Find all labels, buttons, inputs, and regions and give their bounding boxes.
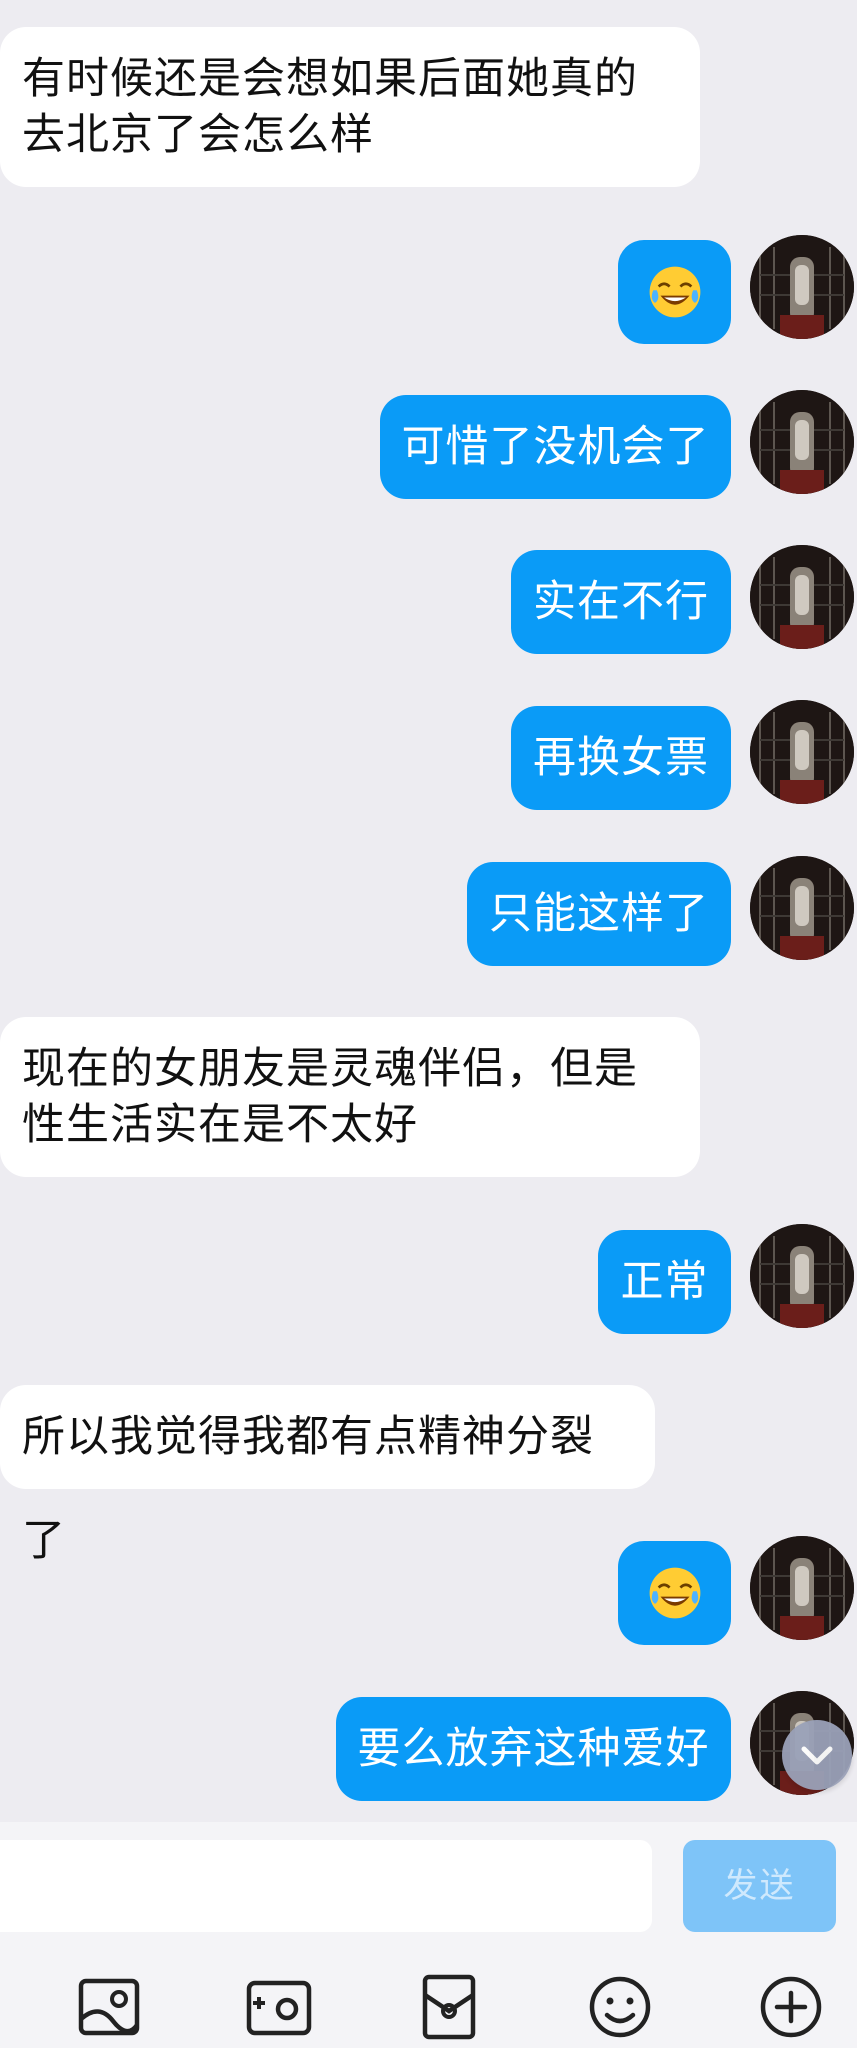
avatar-image — [750, 545, 854, 649]
plus-icon[interactable] — [751, 1967, 831, 2047]
user-avatar[interactable] — [750, 1224, 854, 1328]
red-packet-icon[interactable] — [409, 1967, 489, 2047]
message-text: 正常 — [620, 1257, 709, 1307]
incoming-message-bubble[interactable]: 所以我觉得我都有点精神分裂了 — [0, 1385, 655, 1566]
message-text: 有时候还是会想如果后面她真的去北京了会怎么样 — [22, 54, 638, 160]
outgoing-message-bubble[interactable]: 实在不行 — [511, 550, 731, 654]
message-text: 现在的女朋友是灵魂伴侣，但是性生活实在是不太好 — [22, 1044, 638, 1150]
message-text: 只能这样了 — [489, 889, 709, 939]
user-avatar[interactable] — [750, 390, 854, 494]
avatar-image — [750, 1224, 854, 1328]
outgoing-message-bubble[interactable] — [618, 1541, 731, 1645]
incoming-message-bubble[interactable]: 有时候还是会想如果后面她真的去北京了会怎么样 — [0, 27, 700, 187]
outgoing-message-bubble[interactable]: 再换女票 — [511, 706, 731, 810]
outgoing-message-bubble[interactable]: 可惜了没机会了 — [380, 395, 731, 499]
incoming-message-bubble[interactable]: 现在的女朋友是灵魂伴侣，但是性生活实在是不太好 — [0, 1017, 700, 1177]
avatar-image — [750, 1536, 854, 1640]
user-avatar[interactable] — [750, 1536, 854, 1640]
user-avatar[interactable] — [750, 545, 854, 649]
chevron-down-icon — [801, 1746, 833, 1765]
avatar-image — [750, 390, 854, 494]
image-icon[interactable] — [69, 1967, 149, 2047]
tears-of-joy-emoji-icon — [649, 266, 700, 318]
user-avatar[interactable] — [750, 235, 854, 339]
outgoing-message-bubble[interactable]: 要么放弃这种爱好 — [336, 1697, 731, 1801]
outgoing-message-bubble[interactable]: 正常 — [598, 1230, 731, 1334]
outgoing-message-bubble[interactable]: 只能这样了 — [467, 862, 731, 966]
avatar-image — [750, 700, 854, 804]
composer-bar: 发送 — [0, 1822, 857, 2048]
scroll-to-bottom-button[interactable] — [782, 1720, 852, 1790]
send-button[interactable]: 发送 — [683, 1840, 836, 1932]
emoji-icon[interactable] — [580, 1967, 660, 2047]
user-avatar[interactable] — [750, 856, 854, 960]
message-text: 再换女票 — [533, 733, 709, 783]
camera-icon[interactable] — [239, 1967, 319, 2047]
message-text: 要么放弃这种爱好 — [357, 1724, 710, 1774]
message-text: 实在不行 — [533, 577, 709, 627]
outgoing-message-bubble[interactable] — [618, 240, 731, 344]
message-input[interactable] — [0, 1840, 652, 1932]
user-avatar[interactable] — [750, 700, 854, 804]
chat-screen: 有时候还是会想如果后面她真的去北京了会怎么样 可惜了没机会了 实在不行 再换女票… — [0, 0, 857, 2048]
tears-of-joy-emoji-icon — [649, 1567, 700, 1619]
message-text: 所以我觉得我都有点精神分裂了 — [22, 1412, 594, 1566]
message-text: 可惜了没机会了 — [401, 422, 710, 472]
avatar-image — [750, 235, 854, 339]
avatar-image — [750, 856, 854, 960]
